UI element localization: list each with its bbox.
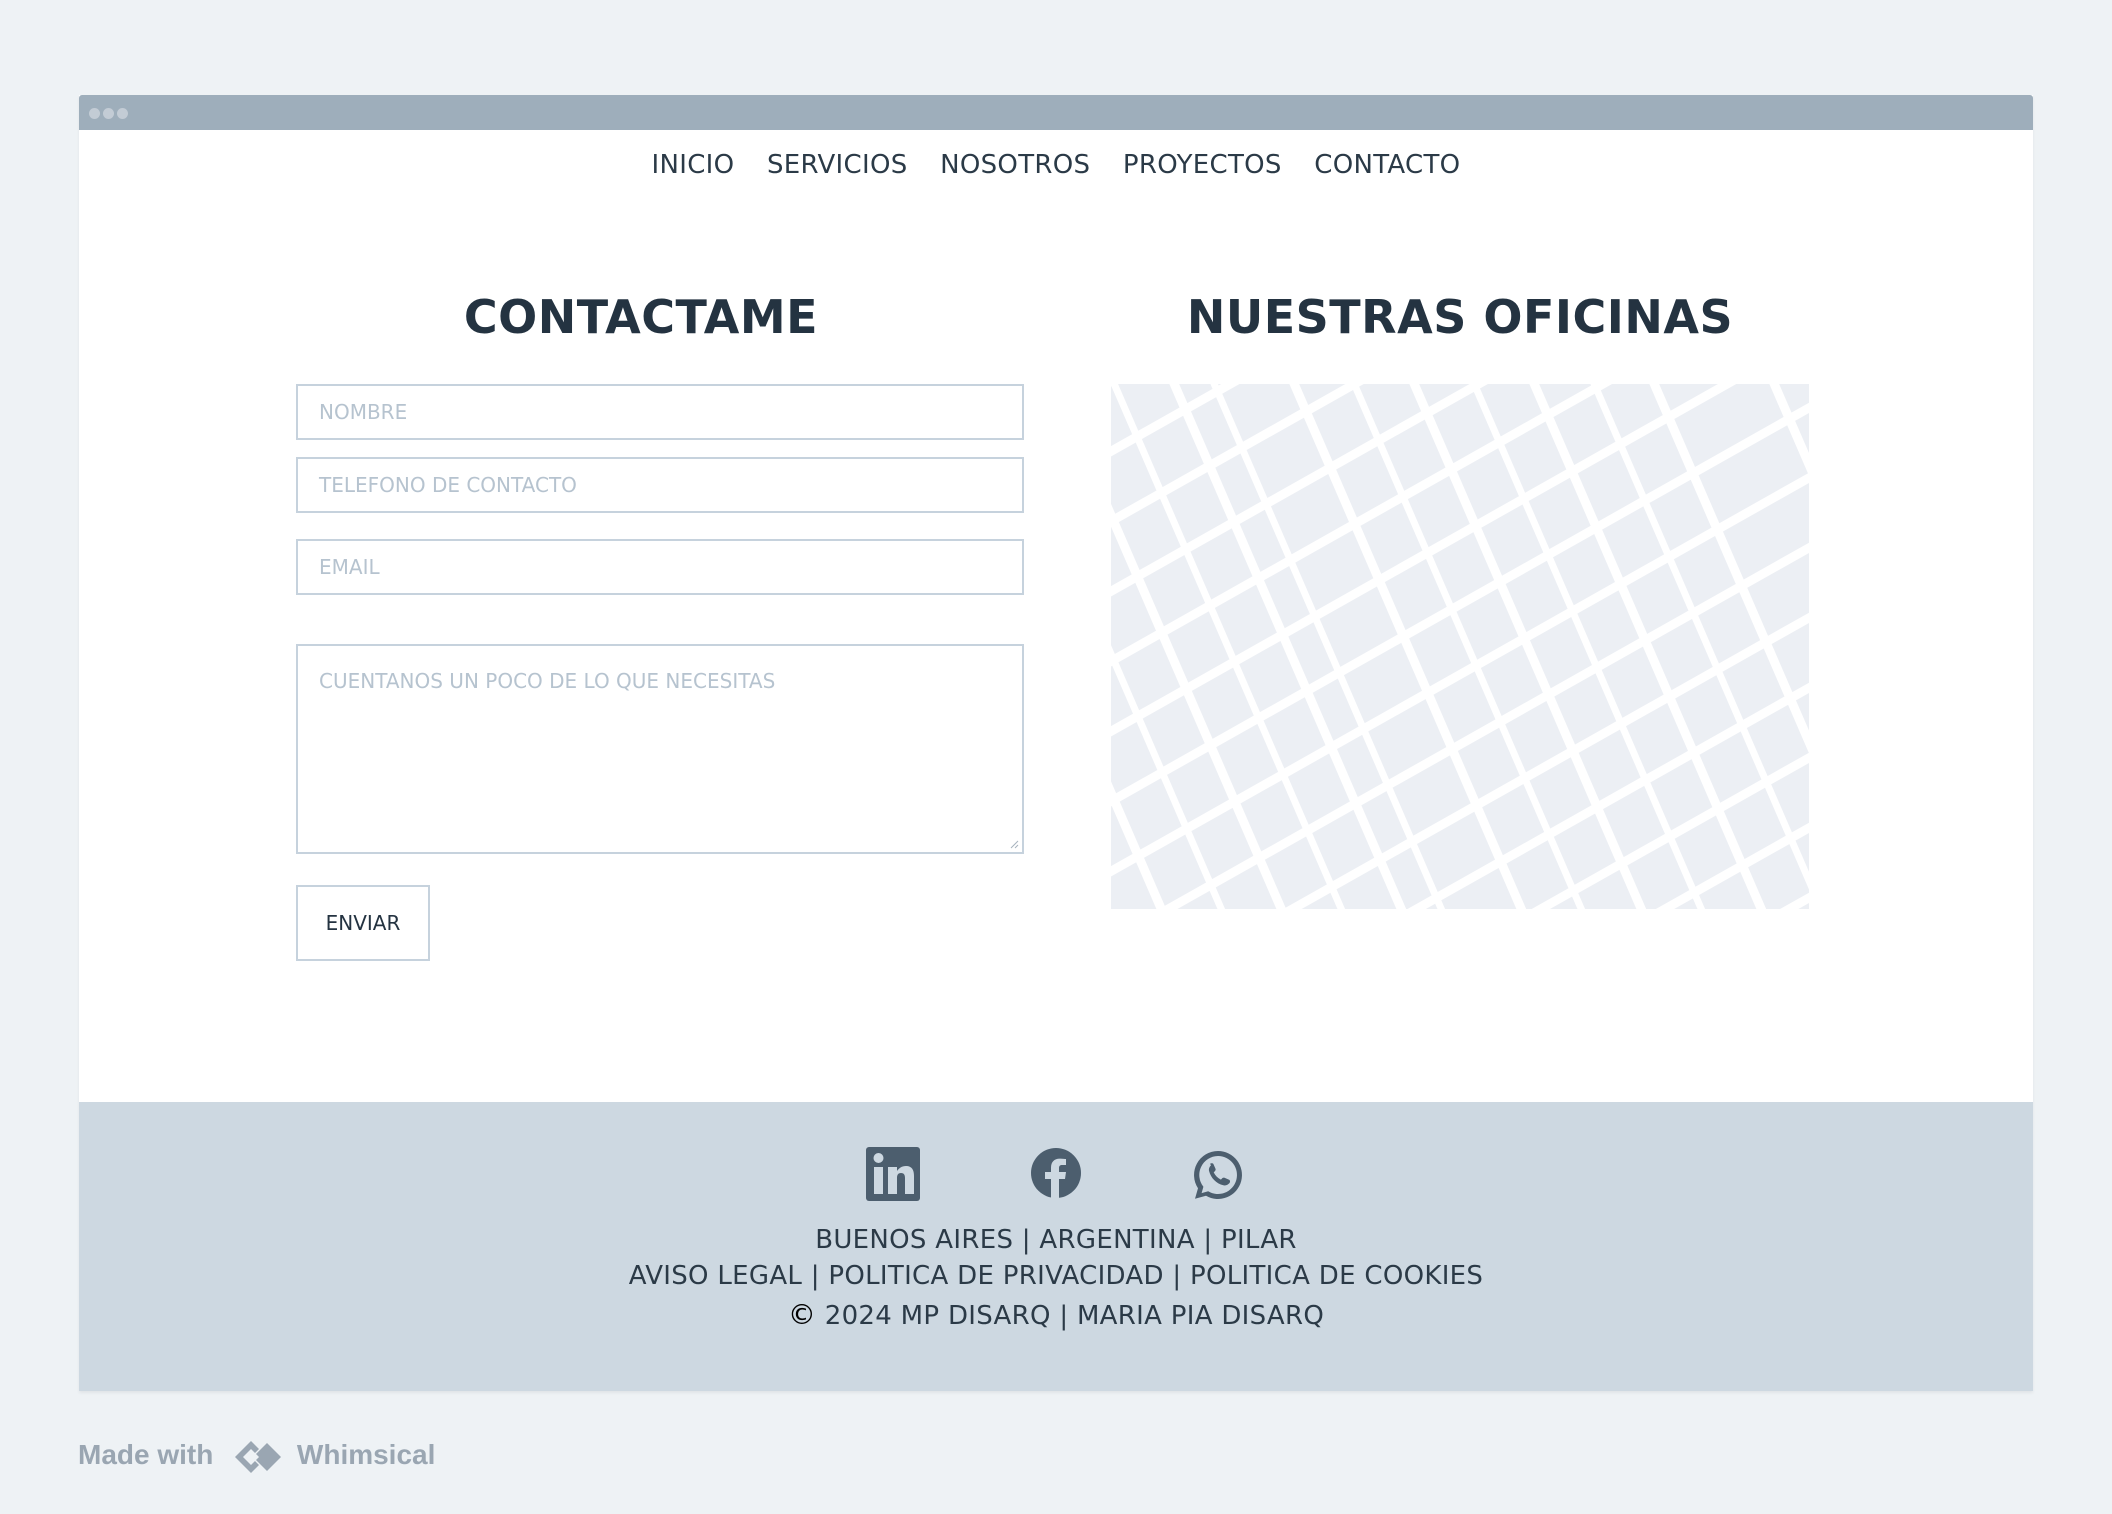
- window-dot: [117, 108, 128, 119]
- submit-button[interactable]: ENVIAR: [296, 885, 430, 961]
- facebook-icon[interactable]: [1030, 1147, 1082, 1199]
- message-placeholder: CUENTANOS UN POCO DE LO QUE NECESITAS: [319, 669, 776, 693]
- nav-item-proyectos[interactable]: PROYECTOS: [1123, 150, 1282, 180]
- footer-copyright: © 2024 MP DISARQ | MARIA PIA DISARQ: [0, 1298, 2112, 1331]
- window-titlebar: [79, 95, 2033, 130]
- footer-location: BUENOS AIRES | ARGENTINA | PILAR: [815, 1225, 1297, 1255]
- whatsapp-icon[interactable]: [1190, 1147, 1246, 1203]
- resize-grip-icon[interactable]: [1009, 839, 1019, 849]
- phone-placeholder: TELEFONO DE CONTACTO: [319, 473, 577, 497]
- copyright-icon: ©: [787, 1298, 817, 1331]
- nav-item-contacto[interactable]: CONTACTO: [1314, 150, 1460, 180]
- message-textarea[interactable]: CUENTANOS UN POCO DE LO QUE NECESITAS: [296, 644, 1024, 854]
- footer-legal-links[interactable]: AVISO LEGAL | POLITICA DE PRIVACIDAD | P…: [0, 1261, 2112, 1291]
- name-placeholder: NOMBRE: [319, 400, 408, 424]
- nav-item-nosotros[interactable]: NOSOTROS: [940, 150, 1090, 180]
- window-dot: [103, 108, 114, 119]
- map-streets: [1111, 384, 1809, 909]
- whimsical-label: Whimsical: [296, 1439, 436, 1470]
- window-dot: [89, 108, 100, 119]
- whimsical-logo-icon: [235, 1440, 282, 1473]
- nav-item-inicio[interactable]: INICIO: [652, 150, 735, 180]
- made-with-whimsical-badge[interactable]: Made with Whimsical: [78, 1434, 435, 1476]
- copyright-text: 2024 MP DISARQ | MARIA PIA DISARQ: [824, 1301, 1325, 1331]
- email-field[interactable]: EMAIL: [296, 539, 1024, 595]
- phone-field[interactable]: TELEFONO DE CONTACTO: [296, 457, 1024, 513]
- office-map[interactable]: [1111, 384, 1809, 909]
- made-with-label: Made with: [78, 1439, 214, 1470]
- contact-title: CONTACTAME: [463, 290, 819, 344]
- nav-item-servicios[interactable]: SERVICIOS: [767, 150, 908, 180]
- email-placeholder: EMAIL: [319, 555, 380, 579]
- main-nav: INICIO SERVICIOS NOSOTROS PROYECTOS CONT…: [0, 150, 2112, 180]
- name-field[interactable]: NOMBRE: [296, 384, 1024, 440]
- linkedin-icon[interactable]: [866, 1147, 920, 1201]
- offices-title: NUESTRAS OFICINAS: [1186, 290, 1734, 344]
